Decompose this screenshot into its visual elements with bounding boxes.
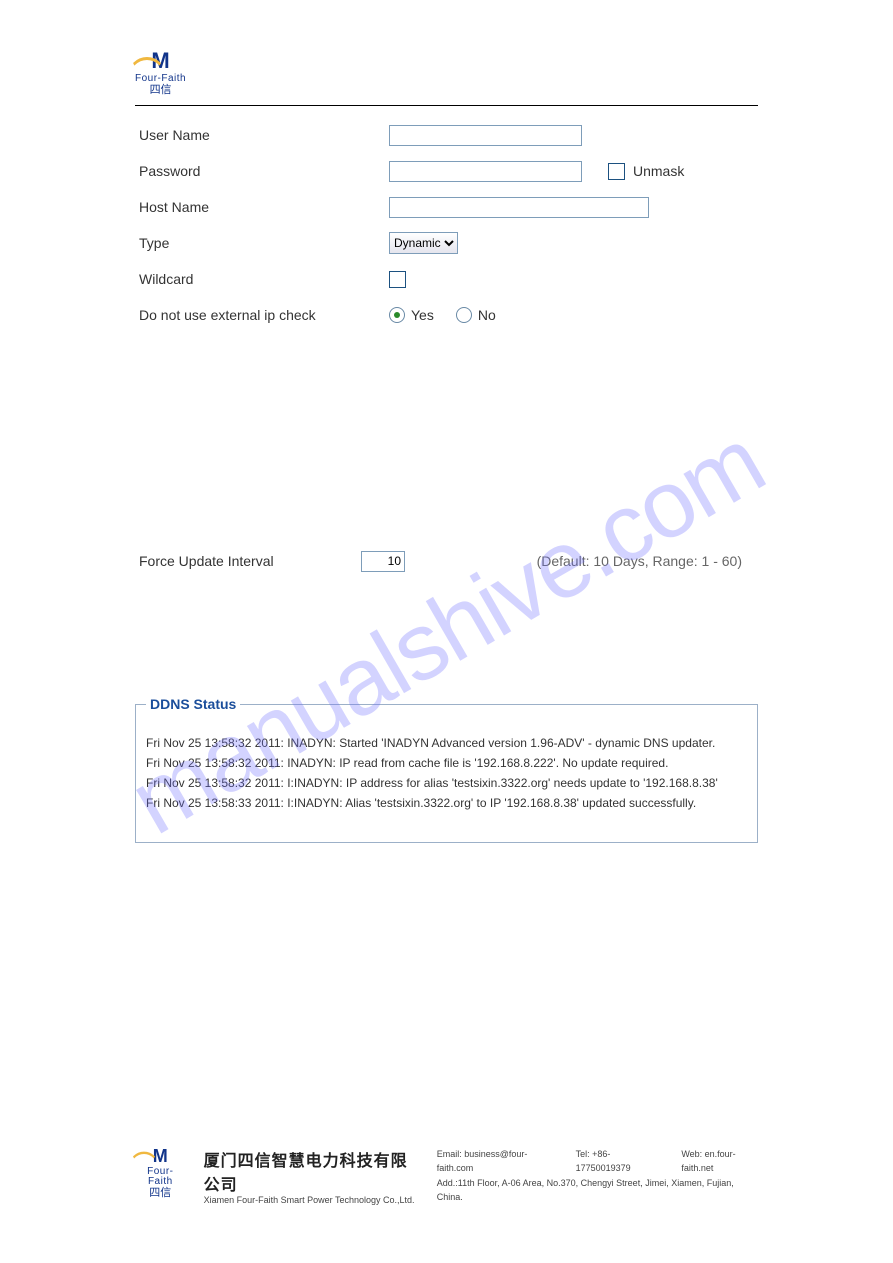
ddns-status-title: DDNS Status <box>146 696 240 712</box>
footer-address: Add.:11th Floor, A-06 Area, No.370, Chen… <box>437 1176 758 1205</box>
page-footer: M⌒ Four-Faith 四信 厦门四信智慧电力科技有限公司 Xiamen F… <box>135 1147 758 1205</box>
forceupdate-label: Force Update Interval <box>139 553 361 569</box>
password-label: Password <box>139 163 389 179</box>
footer-company-cn: 厦门四信智慧电力科技有限公司 <box>204 1147 419 1195</box>
log-line: Fri Nov 25 13:58:32 2011: INADYN: Starte… <box>146 736 747 750</box>
footer-brand-cjk: 四信 <box>135 1188 186 1199</box>
extip-no-label: No <box>478 307 496 323</box>
username-label: User Name <box>139 127 389 143</box>
footer-company-en: Xiamen Four-Faith Smart Power Technology… <box>204 1195 419 1205</box>
username-input[interactable] <box>389 125 582 146</box>
hostname-label: Host Name <box>139 199 389 215</box>
forceupdate-input[interactable] <box>361 551 405 572</box>
extip-no-radio[interactable] <box>456 307 472 323</box>
footer-logo: M⌒ Four-Faith 四信 <box>135 1147 186 1199</box>
header-logo: M⌒ Four-Faith 四信 <box>135 50 758 105</box>
footer-web: Web: en.four-faith.net <box>681 1147 758 1176</box>
wildcard-label: Wildcard <box>139 271 389 287</box>
footer-email: Email: business@four-faith.com <box>437 1147 550 1176</box>
unmask-checkbox[interactable] <box>608 163 625 180</box>
hostname-input[interactable] <box>389 197 649 218</box>
header-divider <box>135 105 758 106</box>
type-select[interactable]: Dynamic <box>389 232 458 254</box>
ddns-status-panel: DDNS Status Fri Nov 25 13:58:32 2011: IN… <box>135 696 758 843</box>
extip-yes-label: Yes <box>411 307 434 323</box>
forceupdate-hint: (Default: 10 Days, Range: 1 - 60) <box>537 553 758 569</box>
unmask-label: Unmask <box>633 163 684 179</box>
extip-label: Do not use external ip check <box>139 307 389 323</box>
password-input[interactable] <box>389 161 582 182</box>
footer-tel: Tel: +86-17750019379 <box>576 1147 656 1176</box>
extip-yes-radio[interactable] <box>389 307 405 323</box>
log-line: Fri Nov 25 13:58:33 2011: I:INADYN: Alia… <box>146 796 747 810</box>
wildcard-checkbox[interactable] <box>389 271 406 288</box>
log-line: Fri Nov 25 13:58:32 2011: I:INADYN: IP a… <box>146 776 747 790</box>
log-line: Fri Nov 25 13:58:32 2011: INADYN: IP rea… <box>146 756 747 770</box>
type-label: Type <box>139 235 389 251</box>
